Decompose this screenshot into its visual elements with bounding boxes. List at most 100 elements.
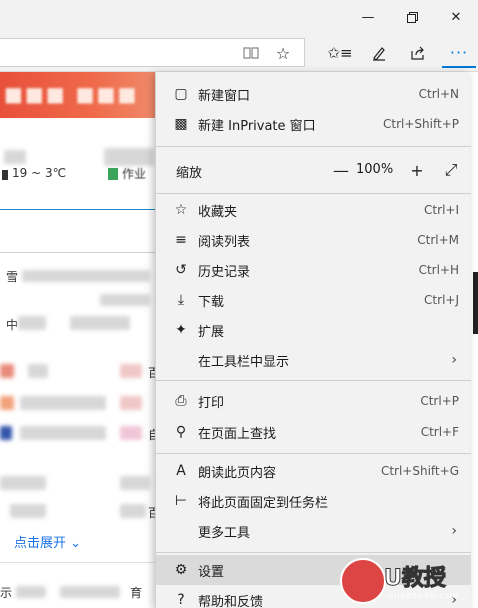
download-icon: ⤓ <box>177 292 185 308</box>
blurred-content <box>120 364 142 378</box>
menu-separator <box>156 453 471 454</box>
blurred-content <box>18 316 46 330</box>
blurred-content <box>4 150 26 164</box>
menu-item-label: 历史记录 <box>198 264 251 280</box>
help-icon: ? <box>177 592 185 608</box>
reading-view-icon <box>243 47 259 59</box>
plus-icon: + <box>410 160 424 180</box>
search-icon: ⚲ <box>175 424 187 440</box>
menu-item-shortcut: Ctrl+J <box>424 293 459 307</box>
menu-item-print[interactable]: ⎙ 打印 Ctrl+P <box>156 386 471 416</box>
title-bar: — ✕ <box>0 0 478 34</box>
reading-view-button[interactable] <box>234 38 268 68</box>
restore-button[interactable] <box>390 0 434 34</box>
minimize-button[interactable]: — <box>346 0 390 34</box>
chevron-right-icon: › <box>451 523 457 539</box>
blurred-content <box>120 426 142 440</box>
menu-item-label: 更多工具 <box>198 525 251 541</box>
menu-item-label: 阅读列表 <box>198 234 251 250</box>
list-text[interactable]: 育 <box>130 584 142 601</box>
blurred-content <box>10 504 46 518</box>
menu-item-label: 在页面上查找 <box>198 426 277 442</box>
new-window-icon: ▢ <box>174 86 188 102</box>
menu-item-read-aloud[interactable]: A⁢ 朗读此页内容 Ctrl+Shift+G <box>156 456 471 486</box>
divider <box>0 562 155 563</box>
weather-icon <box>2 170 8 180</box>
menu-item-favorites[interactable]: ☆ 收藏夹 Ctrl+I <box>156 195 471 225</box>
page-edge <box>473 272 478 334</box>
menu-item-pin-taskbar[interactable]: ⊢ 将此页面固定到任务栏 <box>156 486 471 516</box>
watermark-brand: U教授 <box>384 566 447 592</box>
side-text: 自 <box>148 428 155 442</box>
menu-item-label: 朗读此页内容 <box>198 465 277 481</box>
zoom-out-button[interactable]: — <box>330 159 352 181</box>
more-icon: ··· <box>449 42 469 62</box>
read-aloud-icon: A⁢ <box>176 463 186 479</box>
reading-list-icon: ≡ <box>175 232 187 248</box>
menu-item-find[interactable]: ⚲ 在页面上查找 Ctrl+F <box>156 417 471 447</box>
menu-item-label: 扩展 <box>198 324 225 340</box>
close-button[interactable]: ✕ <box>434 0 478 34</box>
divider <box>0 209 155 210</box>
fullscreen-button[interactable]: ⤢ <box>440 159 462 181</box>
menu-item-shortcut: Ctrl+N <box>418 87 459 101</box>
web-note-button[interactable] <box>362 38 396 68</box>
menu-item-shortcut: Ctrl+F <box>420 425 459 439</box>
add-favorite-button[interactable]: ☆ <box>266 38 300 68</box>
blurred-content <box>0 396 14 410</box>
menu-item-shortcut: Ctrl+Shift+P <box>383 117 459 131</box>
menu-item-downloads[interactable]: ⤓ 下载 Ctrl+J <box>156 285 471 315</box>
pin-icon: ⊢ <box>174 493 188 509</box>
blurred-content <box>0 364 14 378</box>
chevron-right-icon: › <box>451 352 457 368</box>
restore-icon <box>406 11 418 23</box>
zoom-value: 100% <box>356 162 394 177</box>
extensions-icon: ✦ <box>175 322 187 338</box>
zoom-row: 缩放 — 100% + ⤢ <box>156 155 471 185</box>
menu-item-label: 将此页面固定到任务栏 <box>198 495 329 511</box>
gear-icon: ⚙ <box>174 562 188 578</box>
share-button[interactable] <box>401 38 435 68</box>
list-text[interactable]: 雪 <box>6 268 18 285</box>
list-text[interactable]: 示 <box>0 584 12 601</box>
blurred-content <box>120 476 150 490</box>
favorite-star-icon: ☆ <box>275 43 291 63</box>
menu-item-label: 新建窗口 <box>198 88 251 104</box>
blurred-content <box>104 148 154 166</box>
page-banner: ■■■ ■■■ <box>0 72 155 118</box>
blurred-content <box>120 396 142 410</box>
blurred-content <box>0 476 46 490</box>
divider <box>0 252 155 253</box>
menu-item-shortcut: Ctrl+M <box>417 233 459 247</box>
expand-link[interactable]: 点击展开 ⌄ <box>14 532 81 551</box>
favorites-icon: ☆ <box>174 202 188 218</box>
web-note-icon <box>373 47 385 61</box>
menu-separator <box>156 193 471 194</box>
more-button[interactable]: ··· <box>442 38 476 68</box>
blurred-content <box>20 396 106 410</box>
menu-item-label: 在工具栏中显示 <box>198 354 290 370</box>
menu-item-new-window[interactable]: ▢ 新建窗口 Ctrl+N <box>156 79 471 109</box>
blurred-content <box>28 364 48 378</box>
menu-item-new-inprivate[interactable]: ▩ 新建 InPrivate 窗口 Ctrl+Shift+P <box>156 109 471 139</box>
zoom-in-button[interactable]: + <box>406 159 428 181</box>
favorites-hub-button[interactable]: ✩≡ <box>323 38 357 68</box>
menu-item-extensions[interactable]: ✦ 扩展 <box>156 315 471 345</box>
menu-item-shortcut: Ctrl+P <box>420 394 459 408</box>
menu-item-shortcut: Ctrl+Shift+G <box>380 464 459 478</box>
menu-item-more-tools[interactable]: 更多工具 › <box>156 516 471 546</box>
menu-item-label: 新建 InPrivate 窗口 <box>198 118 316 134</box>
list-text[interactable]: 中 <box>6 316 18 333</box>
browser-toolbar: ☆ ✩≡ ··· <box>0 34 478 72</box>
side-text: 百 <box>148 366 155 380</box>
blurred-content <box>120 504 146 518</box>
menu-item-history[interactable]: ↺ 历史记录 Ctrl+H <box>156 255 471 285</box>
menu-item-reading-list[interactable]: ≡ 阅读列表 Ctrl+M <box>156 225 471 255</box>
menu-item-label: 收藏夹 <box>198 204 238 220</box>
menu-separator <box>156 552 471 553</box>
menu-item-show-in-toolbar[interactable]: 在工具栏中显示 › <box>156 345 471 375</box>
side-text: 百 <box>148 506 155 520</box>
menu-separator <box>156 380 471 381</box>
menu-item-label: 打印 <box>198 395 225 411</box>
menu-item-shortcut: Ctrl+I <box>424 203 459 217</box>
